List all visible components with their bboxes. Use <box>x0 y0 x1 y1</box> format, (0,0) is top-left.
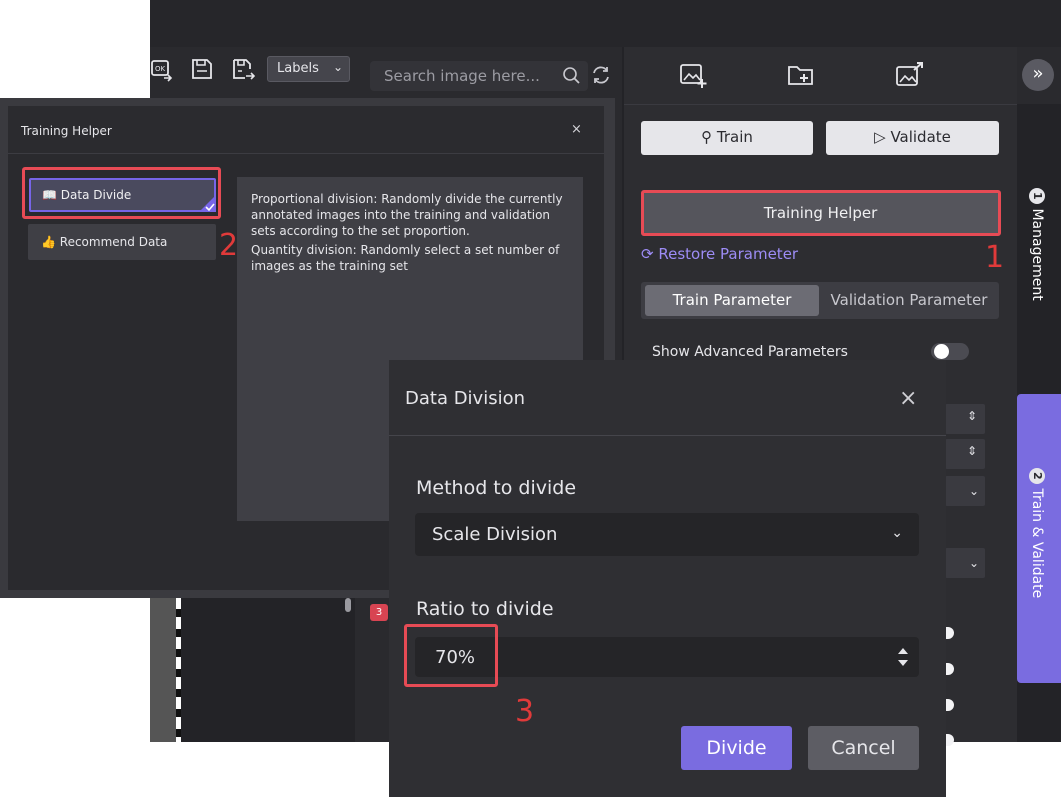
step-annotation-2: 2 <box>219 228 239 263</box>
export-image-icon[interactable] <box>894 60 924 90</box>
search-placeholder: Search image here... <box>384 67 540 85</box>
side-tab-management-label: Management <box>1029 208 1045 301</box>
proportional-division-text: Proportional division: Randomly divide t… <box>251 192 563 238</box>
param-spin-field[interactable]: ⇕ <box>945 439 985 469</box>
scrollbar[interactable] <box>345 598 351 612</box>
method-select[interactable]: Scale Division ⌄ <box>415 513 919 556</box>
validate-button-label: Validate <box>890 128 951 146</box>
step-number-badge: 1 <box>1029 188 1045 204</box>
tab-validation-parameter[interactable]: Validation Parameter <box>821 285 997 316</box>
labels-select-value: Labels <box>277 61 319 76</box>
validate-icon: ▷ <box>874 128 886 146</box>
advanced-parameters-toggle[interactable] <box>931 343 969 360</box>
search-icon[interactable] <box>562 66 582 86</box>
restore-icon: ⟳ <box>641 245 654 263</box>
ratio-label: Ratio to divide <box>416 598 554 620</box>
divide-button[interactable]: Divide <box>681 726 792 770</box>
side-tab-train-label: Train & Validate <box>1029 488 1045 599</box>
recommend-data-button[interactable]: 👍 Recommend Data <box>28 224 216 260</box>
panel-separator <box>624 104 1017 105</box>
restore-parameter-link[interactable]: ⟳ Restore Parameter <box>641 245 798 263</box>
save-icon[interactable] <box>190 57 214 81</box>
training-helper-title: Training Helper <box>21 124 112 138</box>
side-tab-management-text: 1 Management <box>1029 188 1045 301</box>
chevron-down-icon: ⌄ <box>891 525 903 541</box>
side-tab-management[interactable]: 1 Management <box>1017 180 1061 320</box>
step-annotation-3: 3 <box>515 694 535 729</box>
chevron-down-icon: ⌄ <box>332 60 343 74</box>
add-folder-icon[interactable] <box>786 60 816 90</box>
image-count-badge: 3 <box>370 604 388 621</box>
image-canvas <box>150 597 178 742</box>
thumbnail-pane <box>181 597 355 742</box>
refresh-icon[interactable] <box>590 64 612 86</box>
svg-text:OK: OK <box>155 65 166 73</box>
tab-train-parameter[interactable]: Train Parameter <box>645 285 819 316</box>
search-input[interactable]: Search image here... <box>370 61 588 91</box>
collapse-panel-button[interactable]: » <box>1022 59 1054 91</box>
advanced-parameters-label: Show Advanced Parameters <box>652 344 848 360</box>
spin-arrows-icon: ⇕ <box>967 409 978 423</box>
method-label: Method to divide <box>416 477 577 499</box>
train-icon: ⚲ <box>701 128 713 146</box>
app-top-bar <box>150 0 1061 47</box>
chevron-down-icon: ⌄ <box>968 484 980 498</box>
recommend-data-label: Recommend Data <box>59 235 168 249</box>
side-tab-train-text: 2 Train & Validate <box>1029 468 1045 598</box>
step-number-badge: 2 <box>1029 468 1045 484</box>
param-dropdown[interactable]: ⌄ <box>945 476 985 506</box>
method-select-value: Scale Division <box>432 524 558 545</box>
param-dropdown[interactable]: ⌄ <box>945 548 985 578</box>
double-chevron-right-icon: » <box>1032 63 1044 84</box>
param-spin-field[interactable]: ⇕ <box>945 404 985 434</box>
step-annotation-1: 1 <box>985 240 1005 275</box>
add-image-icon[interactable] <box>678 60 708 90</box>
toggle-knob <box>934 344 949 359</box>
ok-export-icon[interactable]: OK <box>150 58 174 82</box>
highlight-box <box>22 167 221 219</box>
restore-parameter-label: Restore Parameter <box>658 245 799 263</box>
highlight-box <box>641 190 1001 236</box>
close-icon[interactable]: × <box>571 122 582 137</box>
train-button[interactable]: ⚲ Train <box>641 121 813 155</box>
save-as-icon[interactable] <box>231 57 255 81</box>
cancel-button[interactable]: Cancel <box>808 726 919 770</box>
thumbs-up-icon: 👍 <box>41 235 56 249</box>
spin-arrows-icon: ⇕ <box>967 444 978 458</box>
highlight-box <box>404 624 498 687</box>
spin-arrows-icon[interactable] <box>896 645 910 669</box>
chevron-down-icon: ⌄ <box>968 556 980 570</box>
close-icon[interactable]: × <box>899 386 917 411</box>
quantity-division-text: Quantity division: Randomly select a set… <box>251 243 560 273</box>
validate-button[interactable]: ▷ Validate <box>826 121 999 155</box>
side-tab-train-validate[interactable]: 2 Train & Validate <box>1017 394 1061 683</box>
data-division-title: Data Division <box>405 388 526 409</box>
train-button-label: Train <box>716 128 753 146</box>
labels-select[interactable]: Labels ⌄ <box>267 56 350 82</box>
